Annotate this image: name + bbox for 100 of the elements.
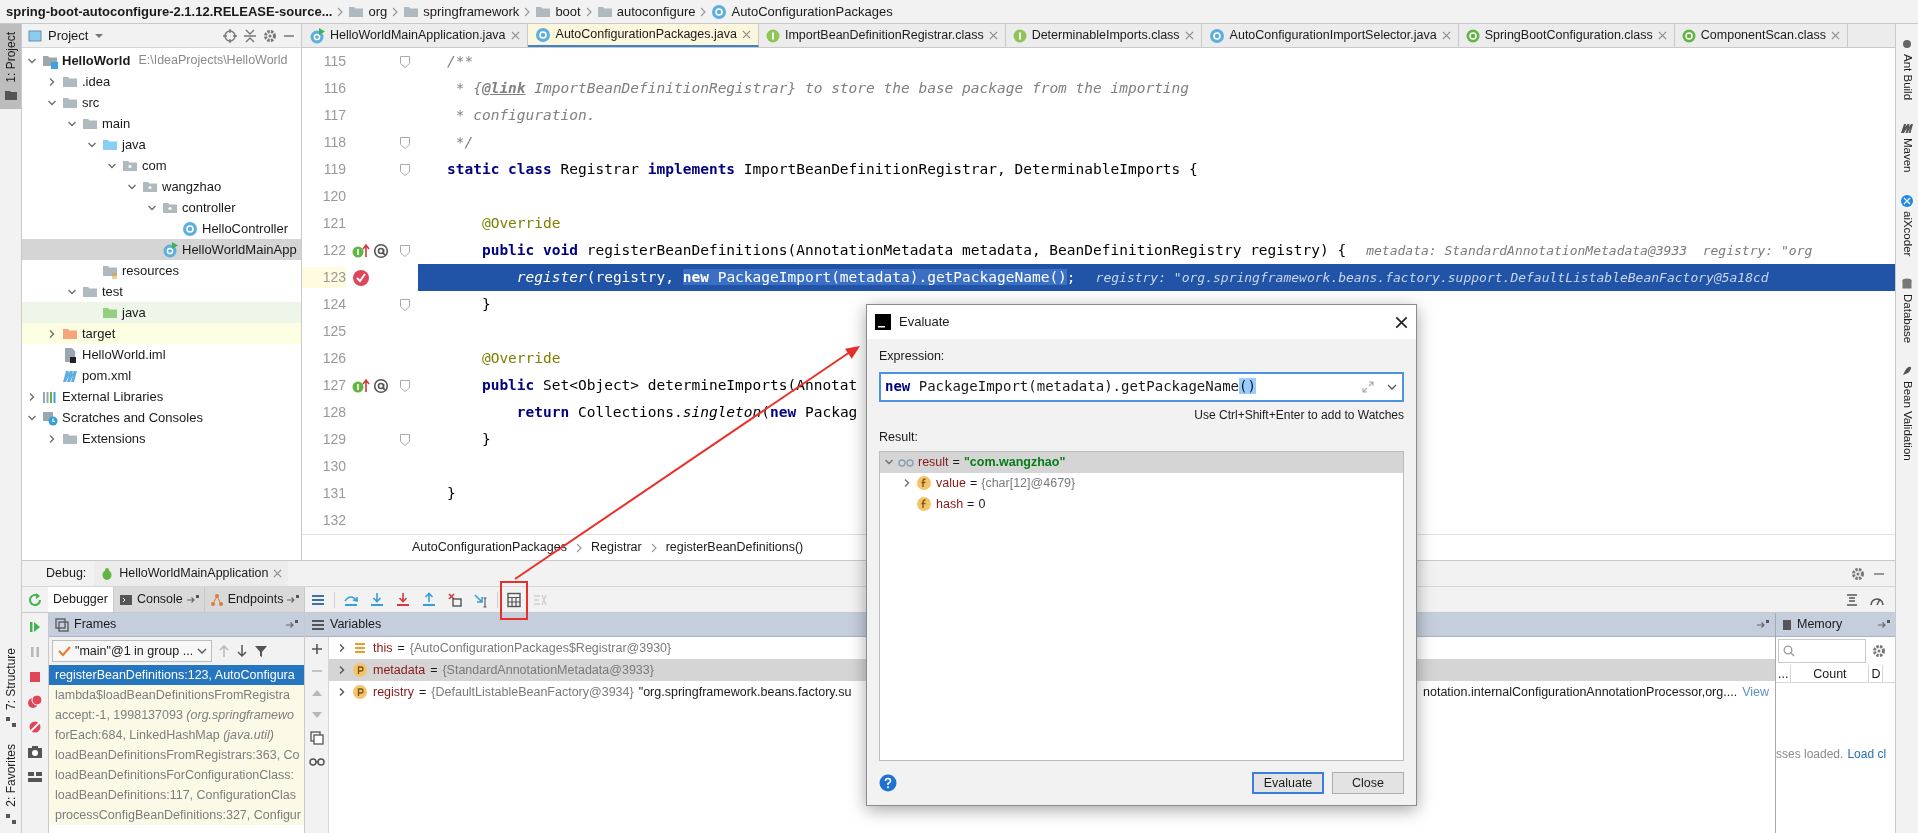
tool-window-button[interactable]: 1: Project — [0, 24, 21, 109]
tool-window-button[interactable]: Ant Build — [1898, 38, 1916, 101]
tree-item[interactable]: main — [22, 113, 301, 134]
chevron-right-icon[interactable] — [337, 665, 347, 675]
chevron-right-icon[interactable] — [47, 433, 57, 444]
filter-icon[interactable] — [254, 644, 269, 658]
glasses-icon[interactable] — [308, 755, 325, 767]
implements-icon[interactable] — [352, 242, 370, 259]
fold-marker-icon[interactable] — [400, 433, 410, 446]
stack-frame[interactable]: processConfigBeanDefinitions:327, Configur — [49, 805, 304, 825]
fold-marker-icon[interactable] — [400, 55, 410, 68]
tree-item[interactable]: HelloWorldMainApp — [22, 239, 301, 260]
variable-row[interactable]: this = {AutoConfigurationPackages$Registrar@3930} — [329, 637, 1775, 659]
tree-item[interactable]: controller — [22, 197, 301, 218]
result-row[interactable]: value = {char[12]@4679} — [880, 472, 1403, 494]
fold-marker-icon[interactable] — [400, 163, 410, 176]
fold-marker-icon[interactable] — [400, 379, 410, 392]
settings-icon[interactable] — [263, 28, 277, 43]
dialog-button[interactable]: Evaluate — [1252, 772, 1324, 794]
stack-frame[interactable]: loadBeanDefinitions:117, ConfigurationClas — [49, 785, 304, 805]
tree-item[interactable]: HelloWorld.iml — [22, 344, 301, 365]
mute-breakpoints-icon[interactable] — [27, 719, 43, 735]
search-field[interactable] — [1778, 639, 1866, 663]
help-icon[interactable] — [879, 774, 897, 792]
breadcrumb-item[interactable]: Registrar — [590, 538, 642, 557]
tree-item[interactable]: java — [22, 302, 301, 323]
debug-tab[interactable]: Console — [113, 587, 205, 612]
debug-tab[interactable]: Endpoints — [204, 587, 306, 612]
tree-item[interactable]: Scratches and Consoles — [22, 407, 301, 428]
fold-marker-icon[interactable] — [400, 136, 410, 149]
view-link[interactable]: View — [1742, 682, 1769, 702]
column-header[interactable]: D — [1869, 665, 1884, 682]
tree-item[interactable]: java — [22, 134, 301, 155]
chevron-right-icon[interactable] — [902, 478, 912, 488]
locate-icon[interactable] — [223, 28, 237, 43]
stack-frame[interactable]: forEach:684, LinkedHashMap (java.util) — [49, 725, 304, 745]
copy-icon[interactable] — [309, 731, 324, 745]
chevron-right-icon[interactable] — [337, 643, 347, 653]
implements-icon[interactable] — [352, 377, 370, 394]
tree-item[interactable]: HelloController — [22, 218, 301, 239]
thread-dropdown[interactable]: "main"@1 in group ... — [52, 640, 213, 662]
stack-frame[interactable]: loadBeanDefinitionsFromRegistrars:363, Co — [49, 745, 304, 765]
chevron-right-icon[interactable] — [47, 328, 57, 339]
tree-item[interactable]: src — [22, 92, 301, 113]
layout-icon[interactable] — [27, 769, 43, 785]
debug-tab[interactable]: Debugger — [48, 587, 114, 612]
load-classes-link[interactable]: Load cl — [1847, 745, 1887, 763]
expression-field[interactable]: new PackageImport(metadata).getPackageName() — [879, 371, 1404, 402]
tree-item[interactable]: wangzhao — [22, 176, 301, 197]
fold-marker-icon[interactable] — [400, 298, 410, 311]
column-header[interactable]: Count — [1791, 665, 1870, 682]
breadcrumb-item[interactable]: AutoConfigurationPackages — [731, 1, 893, 22]
column-header[interactable]: ... — [1776, 665, 1792, 682]
override-icon[interactable] — [373, 377, 389, 394]
breadcrumb-item[interactable]: spring-boot-autoconfigure-2.1.12.RELEASE-source... — [6, 1, 333, 22]
tree-item[interactable]: External Libraries — [22, 386, 301, 407]
tree-item[interactable]: target — [22, 323, 301, 344]
breadcrumb-item[interactable]: springframework — [423, 1, 520, 22]
chevron-right-icon[interactable] — [27, 391, 37, 402]
tree-item[interactable]: Extensions — [22, 428, 301, 449]
settings-icon[interactable] — [1851, 566, 1865, 581]
chevron-down-icon[interactable] — [884, 457, 894, 467]
tool-window-button[interactable]: Maven — [1898, 122, 1916, 173]
breakpoint-icon[interactable] — [352, 268, 370, 287]
breadcrumb-item[interactable]: registerBeanDefinitions() — [665, 538, 804, 557]
stack-frame[interactable]: loadBeanDefinitionsForConfigurationClass: — [49, 765, 304, 785]
stack-frame[interactable]: accept:-1, 1998137093 (org.springframewo — [49, 705, 304, 725]
breadcrumb-item[interactable]: autoconfigure — [616, 1, 696, 22]
tree-item[interactable]: test — [22, 281, 301, 302]
breadcrumb-item[interactable]: org — [368, 1, 388, 22]
stop-icon[interactable] — [27, 669, 43, 685]
tool-window-button[interactable]: aiXcoder — [1898, 194, 1916, 256]
tree-item[interactable]: com — [22, 155, 301, 176]
expand-icon[interactable] — [1362, 380, 1374, 393]
panel-title[interactable]: Project — [48, 25, 89, 46]
tree-item[interactable]: pom.xml — [22, 365, 301, 386]
tree-item[interactable]: HelloWorld E:\IdeaProjects\HelloWorld — [22, 50, 301, 71]
camera-icon[interactable] — [27, 744, 43, 760]
arrow-down-icon[interactable] — [236, 644, 249, 658]
tool-window-button[interactable]: 7: Structure — [0, 640, 21, 737]
tool-window-button[interactable]: 2: Favorites — [0, 736, 21, 833]
editor-tab[interactable]: AutoConfigurationPackages.java — [527, 24, 759, 47]
chevron-right-icon[interactable] — [337, 687, 347, 697]
result-row[interactable]: result = "com.wangzhao" — [880, 451, 1403, 473]
chevron-right-icon[interactable] — [47, 76, 57, 87]
stack-frame[interactable]: registerBeanDefinitions:123, AutoConfigura — [49, 665, 304, 685]
settings-icon[interactable] — [1872, 644, 1886, 658]
variable-row[interactable]: registry = {DefaultListableBeanFactory@3934} "org.springframework.beans.factory.su notation.internalConfigurationAnnotationProcessor,org.... View — [329, 681, 1775, 703]
collapse-all-icon[interactable] — [243, 28, 257, 43]
fold-marker-icon[interactable] — [400, 244, 410, 257]
tool-window-button[interactable]: Bean Validation — [1898, 365, 1916, 461]
rerun-icon[interactable] — [27, 591, 43, 608]
stack-frame[interactable]: lambda$loadBeanDefinitionsFromRegistra — [49, 685, 304, 705]
breakpoints-icon[interactable] — [27, 694, 43, 710]
result-row[interactable]: hash = 0 — [880, 493, 1403, 515]
tool-window-button[interactable]: Database — [1898, 277, 1916, 344]
override-icon[interactable] — [373, 242, 389, 259]
tree-item[interactable]: resources — [22, 260, 301, 281]
tree-item[interactable]: .idea — [22, 71, 301, 92]
session-tab[interactable]: HelloWorldMainApplication — [94, 561, 289, 586]
